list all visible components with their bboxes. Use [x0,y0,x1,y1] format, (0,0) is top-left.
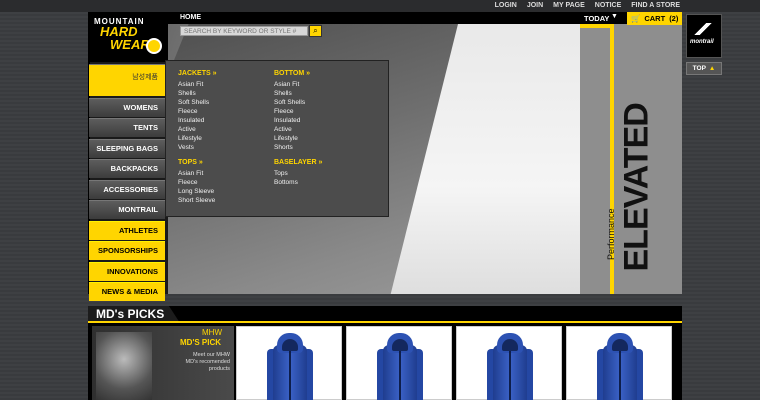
nav-sleeping-bags[interactable]: SLEEPING BAGS [89,138,165,158]
nav-tents[interactable]: TENTS [89,118,165,137]
menu-link[interactable]: Shorts [274,143,310,152]
hero-headline: ELEVATED [617,103,656,272]
brand-logo[interactable]: MOUNTAIN HARD WEAR [88,12,168,62]
yellow-stripe-top [580,24,610,28]
tops-heading[interactable]: TOPS » [178,159,215,166]
my-page-link[interactable]: MY PAGE [553,2,585,9]
menu-link[interactable]: Insulated [274,116,310,125]
menu-link[interactable]: Lifestyle [178,134,217,143]
jackets-heading[interactable]: JACKETS » [178,70,217,77]
top-label: TOP [692,65,706,72]
nav-womens[interactable]: WOMENS [89,97,165,117]
menu-link[interactable]: Vests [178,143,217,152]
menu-link[interactable]: Fleece [274,107,310,116]
menu-link[interactable]: Soft Shells [274,98,310,107]
cart-button[interactable]: 🛒 CART (2) [627,12,682,25]
menu-link[interactable]: Tops [274,169,322,178]
mens-dropdown-menu: JACKETS » Asian Fit Shells Soft Shells F… [165,60,389,217]
menu-link[interactable]: Active [178,125,217,134]
montrail-mountain-icon [691,23,717,35]
search-icon[interactable]: ⌕ [309,25,322,37]
jacket-image [267,333,313,400]
product-card[interactable] [566,326,672,400]
menu-link[interactable]: Asian Fit [274,80,310,89]
promo-line2: MD'S PICK [180,338,222,347]
montrail-label: montrail [690,39,714,45]
cart-icon: 🛒 [631,14,641,23]
promo-photo [96,332,152,400]
notice-link[interactable]: NOTICE [595,2,621,9]
menu-link[interactable]: Short Sleeve [178,196,215,205]
top-utility-bar: LOGIN JOIN MY PAGE NOTICE FIND A STORE [0,0,760,12]
menu-link[interactable]: Soft Shells [178,98,217,107]
search-input[interactable] [180,26,308,36]
nav-sponsorships[interactable]: SPONSORSHIPS [89,241,165,260]
product-card[interactable] [346,326,452,400]
chevron-down-icon[interactable]: ▼ [611,13,618,20]
breadcrumb-home[interactable]: HOME [180,14,201,21]
find-store-link[interactable]: FIND A STORE [631,2,680,9]
jacket-image [377,333,423,400]
cart-label: CART [644,14,666,23]
baselayer-column: BASELAYER » Tops Bottoms [274,159,322,187]
menu-link[interactable]: Asian Fit [178,169,215,178]
menu-link[interactable]: Fleece [178,107,217,116]
montrail-badge[interactable]: montrail [686,14,722,58]
promo-text: Meet our MHW MD's recomended products [185,352,230,372]
menu-link[interactable]: Fleece [178,178,215,187]
nav-news-media[interactable]: NEWS & MEDIA [89,282,165,301]
baselayer-heading[interactable]: BASELAYER » [274,159,322,166]
jacket-image [597,333,643,400]
nav-accessories[interactable]: ACCESSORIES [89,179,165,199]
menu-link[interactable]: Asian Fit [178,80,217,89]
logo-line3: WEAR [110,37,150,52]
cart-count: (2) [669,14,679,23]
join-link[interactable]: JOIN [527,2,543,9]
menu-link[interactable]: Insulated [178,116,217,125]
menu-link[interactable]: Bottoms [274,178,322,187]
tops-column: TOPS » Asian Fit Fleece Long Sleeve Shor… [178,159,215,205]
promo-line1: MHW [202,328,222,337]
bottom-column: BOTTOM » Asian Fit Shells Soft Shells Fl… [274,70,310,152]
hero-headline-wrap: ELEVATED [617,32,661,272]
menu-link[interactable]: Shells [178,89,217,98]
picks-divider [88,321,682,323]
main-nav: 남성제품 WOMENS TENTS SLEEPING BAGS BACKPACK… [89,64,165,303]
bottom-heading[interactable]: BOTTOM » [274,70,310,77]
menu-link[interactable]: Lifestyle [274,134,310,143]
nav-montrail[interactable]: MONTRAIL [89,200,165,219]
chevron-up-icon: ▲ [708,65,716,72]
nav-innovations[interactable]: INNOVATIONS [89,261,165,281]
product-card[interactable] [236,326,342,400]
hero-subhead: Performance [606,208,616,260]
back-to-top-button[interactable]: TOP ▲ [686,62,722,75]
nav-athletes[interactable]: ATHLETES [89,220,165,240]
utility-links: LOGIN JOIN MY PAGE NOTICE FIND A STORE [495,2,680,9]
picks-promo[interactable]: MHW MD'S PICK Meet our MHW MD's recomend… [92,326,234,400]
login-link[interactable]: LOGIN [495,2,517,9]
menu-link[interactable]: Active [274,125,310,134]
today-label[interactable]: TODAY [584,14,609,23]
menu-link[interactable]: Long Sleeve [178,187,215,196]
nav-mens[interactable]: 남성제품 [89,64,165,96]
jacket-image [487,333,533,400]
tiger-icon [146,38,162,54]
nav-backpacks[interactable]: BACKPACKS [89,159,165,178]
product-card[interactable] [456,326,562,400]
jackets-column: JACKETS » Asian Fit Shells Soft Shells F… [178,70,217,152]
menu-link[interactable]: Shells [274,89,310,98]
